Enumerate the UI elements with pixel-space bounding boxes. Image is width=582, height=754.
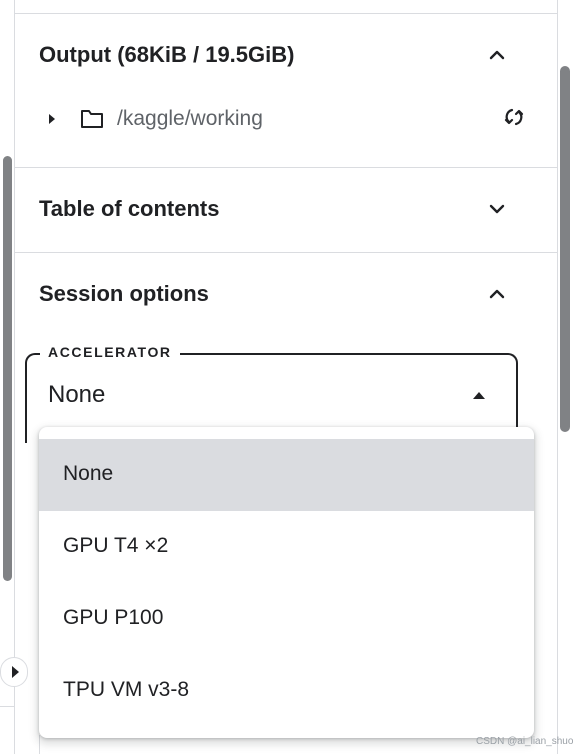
panel-scrollbar[interactable] [560, 66, 570, 432]
section-divider [15, 13, 558, 14]
menu-option-label: None [63, 462, 114, 485]
menu-option-label: GPU P100 [63, 606, 164, 629]
expand-arrow-icon[interactable] [49, 114, 55, 124]
accelerator-value[interactable]: None [48, 381, 105, 409]
chevron-up-icon[interactable] [487, 284, 507, 304]
folder-icon [81, 110, 103, 128]
accelerator-label: ACCELERATOR [40, 344, 180, 360]
chevron-up-icon[interactable] [487, 45, 507, 65]
menu-option-label: GPU T4 ×2 [63, 534, 169, 557]
chevron-down-icon[interactable] [487, 199, 507, 219]
menu-option-tpu[interactable]: TPU VM v3-8 [39, 655, 534, 727]
kaggle-notebook-sidebar: Output (68KiB / 19.5GiB) /kaggle/working… [0, 0, 582, 754]
menu-option-none[interactable]: None [39, 439, 534, 511]
accelerator-menu: None GPU T4 ×2 GPU P100 TPU VM v3-8 [39, 427, 534, 738]
menu-option-label: TPU VM v3-8 [63, 678, 190, 701]
editor-divider [0, 706, 14, 707]
menu-option-gpu-t4[interactable]: GPU T4 ×2 [39, 511, 534, 583]
watermark: CSDN @ai_lian_shuo [476, 736, 574, 747]
section-divider [15, 167, 558, 168]
toc-section-title[interactable]: Table of contents [39, 196, 220, 222]
panel-border [557, 0, 558, 754]
output-path[interactable]: /kaggle/working [117, 107, 263, 131]
caret-up-icon[interactable] [473, 392, 485, 399]
refresh-icon[interactable] [502, 105, 526, 129]
menu-option-gpu-p100[interactable]: GPU P100 [39, 583, 534, 655]
session-options-title[interactable]: Session options [39, 281, 209, 307]
section-divider [15, 252, 558, 253]
select-edge [39, 735, 40, 754]
output-section-title[interactable]: Output (68KiB / 19.5GiB) [39, 42, 294, 68]
editor-scrollbar[interactable] [3, 156, 12, 581]
